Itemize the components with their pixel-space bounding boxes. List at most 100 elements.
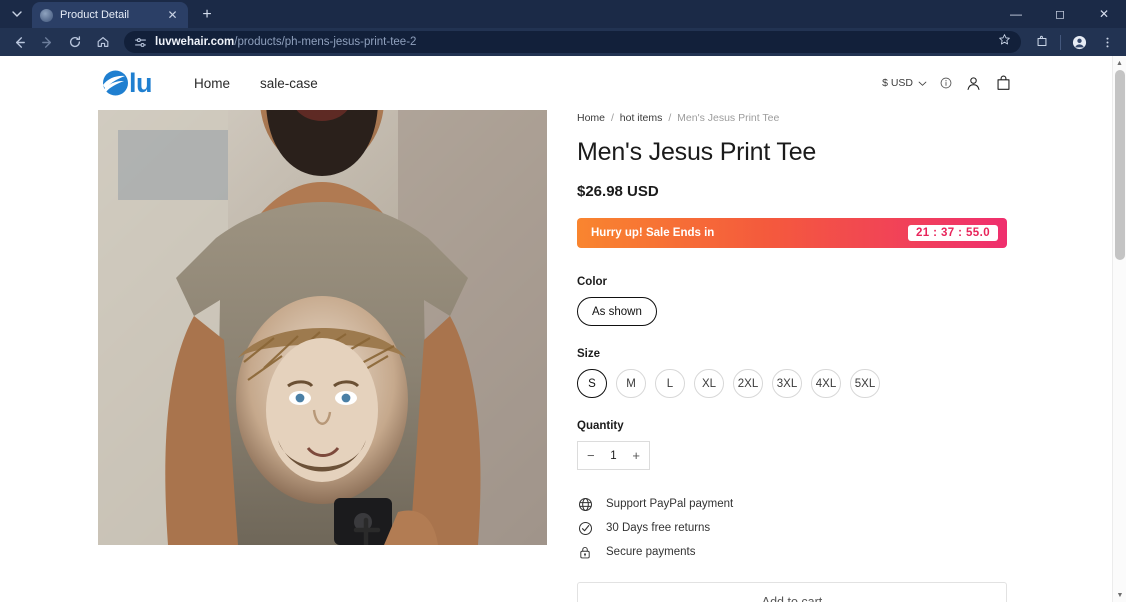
logo-text: lu [129,67,153,98]
size-swatch-l[interactable]: L [655,369,685,398]
close-window-button[interactable]: ✕ [1082,0,1126,28]
globe-icon [577,496,593,512]
profile-icon [1072,35,1086,49]
globe-favicon [40,8,53,22]
nav-item-sale-case[interactable]: sale-case [260,76,318,91]
minimize-button[interactable]: — [994,0,1038,28]
color-label: Color [577,276,608,288]
browser-tab[interactable]: Product Detail ✕ [32,2,188,28]
back-button[interactable] [6,30,32,54]
home-button[interactable] [90,30,116,54]
person-icon [967,76,980,90]
breadcrumb-item-hot-items[interactable]: hot items [620,112,663,124]
size-swatch-4xl[interactable]: 4XL [811,369,841,398]
product-image[interactable] [98,110,547,545]
kebab-menu-icon [1105,37,1109,47]
reload-button[interactable] [62,30,88,54]
home-icon [97,37,109,47]
star-icon [999,34,1010,45]
size-label: Size [577,348,601,360]
tune-icon [135,37,146,47]
maximize-button[interactable]: ◻ [1038,0,1082,28]
scrollbar-thumb[interactable] [1115,70,1125,260]
breadcrumb-separator: / [668,112,672,124]
trust-badge-secure: Secure payments [577,540,1014,564]
product-details: Home / hot items / Men's Jesus Print Tee… [577,110,1014,602]
quantity-increase-button[interactable]: + [632,449,640,462]
window-controls: — ◻ ✕ [994,0,1126,28]
chevron-down-icon [918,81,927,86]
reload-icon [69,36,81,48]
quantity-stepper[interactable]: − 1 + [577,441,650,470]
currency-label: $ USD [882,77,913,89]
product-detail-page: lu Home sale-case $ USD Home / hot items… [0,56,1112,602]
check-circle-icon [577,520,593,536]
url-path: /products/ph-mens-jesus-print-tee-2 [234,36,417,48]
browser-toolbar: luvwehair.com/products/ph-mens-jesus-pri… [0,28,1126,56]
close-icon[interactable]: ✕ [165,8,180,23]
quantity-decrease-button[interactable]: − [587,449,595,462]
check-circle-glyph [578,521,592,535]
account-button[interactable] [965,75,982,92]
page-viewport: lu Home sale-case $ USD Home / hot items… [0,56,1126,602]
arrow-left-icon [15,36,25,48]
extensions-icon [1037,35,1047,47]
forward-button[interactable] [34,30,60,54]
bookmark-star-icon[interactable] [998,33,1011,51]
breadcrumb-separator: / [610,112,614,124]
color-option-group: Color As shown [577,276,1014,326]
product-price: $26.98 USD [577,183,659,200]
profile-button[interactable] [1066,30,1092,54]
address-bar-text: luvwehair.com/products/ph-mens-jesus-pri… [155,36,416,48]
scroll-up-arrow[interactable]: ▲ [1113,56,1126,70]
product-gallery [98,110,547,602]
quantity-group: Quantity − 1 + [577,420,1014,470]
tab-search-button[interactable] [4,2,30,26]
size-swatch-5xl[interactable]: 5XL [850,369,880,398]
toolbar-separator [1060,34,1061,50]
breadcrumb-item-home[interactable]: Home [577,112,605,124]
sale-countdown-banner: Hurry up! Sale Ends in 21 : 37 : 55.0 [577,218,1007,248]
quantity-label: Quantity [577,420,624,432]
trust-badge-text: Support PayPal payment [606,498,734,510]
trust-badge-text: 30 Days free returns [606,522,711,534]
site-settings-icon[interactable] [134,36,147,49]
add-to-cart-button[interactable]: Add to cart [577,582,1007,602]
page-scrollbar[interactable]: ▲ ▼ [1112,56,1126,602]
size-swatch-xl[interactable]: XL [694,369,724,398]
browser-window: Product Detail ✕ + — ◻ ✕ luvwehair.com/p… [0,0,1126,602]
browser-menu-button[interactable] [1094,30,1120,54]
currency-selector[interactable]: $ USD [882,77,927,89]
sale-banner-text: Hurry up! Sale Ends in [591,227,715,239]
size-swatch-m[interactable]: M [616,369,646,398]
lock-icon [577,544,593,560]
size-swatch-s[interactable]: S [577,369,607,398]
brand-and-nav: lu Home sale-case [98,68,318,99]
page-title: Men's Jesus Print Tee [577,138,817,166]
arrow-right-icon [41,36,51,48]
scroll-down-arrow[interactable]: ▼ [1113,588,1126,602]
cart-button[interactable] [995,74,1012,92]
size-swatch-2xl[interactable]: 2XL [733,369,763,398]
size-swatches: S M L XL 2XL 3XL 4XL 5XL [577,369,1014,398]
toolbar-right-icons [1029,30,1120,54]
product-main: Home / hot items / Men's Jesus Print Tee… [0,110,1112,602]
breadcrumb-item-current: Men's Jesus Print Tee [677,112,780,124]
trust-badge-paypal: Support PayPal payment [577,492,1014,516]
product-photo [98,110,547,545]
color-swatches: As shown [577,297,1014,326]
swoosh-logo-icon [103,70,128,96]
size-swatch-3xl[interactable]: 3XL [772,369,802,398]
globe-glyph [578,497,592,511]
new-tab-button[interactable]: + [194,3,220,27]
tab-strip: Product Detail ✕ + — ◻ ✕ [0,0,1126,28]
trust-badge-text: Secure payments [606,546,696,558]
quantity-value[interactable]: 1 [610,450,616,462]
countdown-timer: 21 : 37 : 55.0 [907,225,998,241]
nav-item-home[interactable]: Home [194,76,230,91]
extensions-button[interactable] [1029,30,1055,54]
site-logo[interactable]: lu [98,67,153,99]
color-swatch-as-shown[interactable]: As shown [577,297,657,326]
address-bar[interactable]: luvwehair.com/products/ph-mens-jesus-pri… [124,31,1021,53]
info-icon[interactable] [940,77,952,89]
